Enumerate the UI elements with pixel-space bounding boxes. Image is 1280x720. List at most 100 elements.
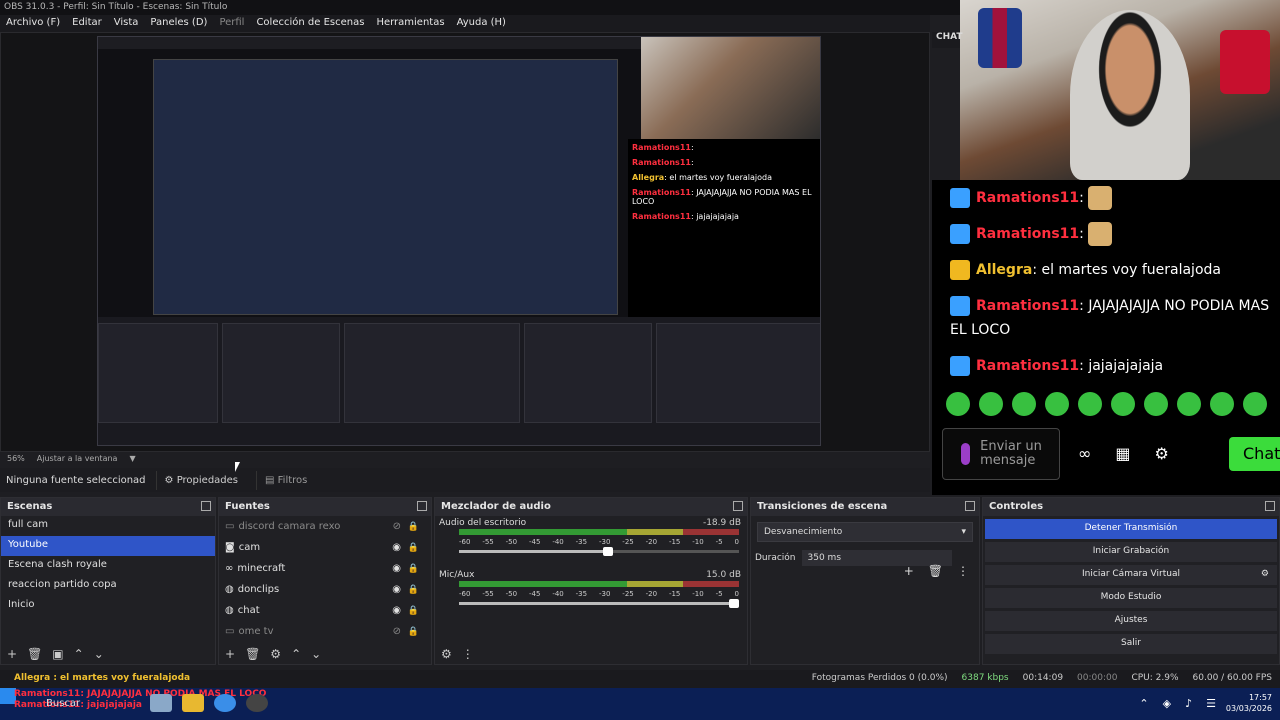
chat-username[interactable]: Ramations11 <box>976 358 1079 374</box>
emote-icon[interactable] <box>1111 392 1135 416</box>
chat-header: CHAT <box>932 32 963 48</box>
eye-icon[interactable]: ◉ <box>392 584 401 595</box>
chat-username[interactable]: Ramations11 <box>976 190 1079 206</box>
chevron-down-icon[interactable]: ⌄ <box>94 647 104 661</box>
gear-icon[interactable]: ⚙ <box>441 647 452 661</box>
scene-item[interactable]: Youtube <box>1 536 215 556</box>
filters-button[interactable]: ▤ Filtros <box>256 470 315 490</box>
menu-paneles[interactable]: Paneles (D) <box>150 17 207 30</box>
emote-icon[interactable] <box>1243 392 1267 416</box>
exit-button[interactable]: Salir <box>985 634 1277 654</box>
lock-icon[interactable]: 🔒 <box>408 627 419 637</box>
gear-icon[interactable]: ⚙ <box>1154 444 1168 463</box>
undock-icon[interactable] <box>733 501 743 511</box>
menu-herramientas[interactable]: Herramientas <box>376 17 444 30</box>
trash-icon[interactable]: 🗑 <box>27 647 42 661</box>
zoom-fit[interactable]: Ajustar a la ventana <box>37 454 118 464</box>
eye-icon[interactable]: ◉ <box>392 605 401 616</box>
taskview-icon[interactable] <box>150 694 172 712</box>
menu-ayuda[interactable]: Ayuda (H) <box>457 17 506 30</box>
emote-icon[interactable] <box>979 392 1003 416</box>
mic-icon[interactable] <box>961 443 971 465</box>
chat-username[interactable]: Allegra <box>976 262 1032 278</box>
undock-icon[interactable] <box>201 501 211 511</box>
network-icon[interactable]: ◈ <box>1163 697 1171 710</box>
virtual-camera-button[interactable]: Iniciar Cámara Virtual ⚙ <box>985 565 1277 585</box>
volume-slider[interactable] <box>459 599 739 608</box>
notification-icon[interactable]: ☰ <box>1206 697 1216 710</box>
menu-vista[interactable]: Vista <box>114 17 139 30</box>
filter-icon[interactable]: ▣ <box>52 647 63 661</box>
menu-dots-icon[interactable]: ⋮ <box>462 647 474 661</box>
add-icon[interactable]: + <box>225 647 235 661</box>
lock-icon[interactable]: 🔒 <box>408 606 419 616</box>
chevron-up-icon[interactable]: ⌃ <box>291 647 301 661</box>
volume-icon[interactable]: ♪ <box>1185 697 1192 710</box>
emote-icon[interactable] <box>1078 392 1102 416</box>
eye-icon[interactable]: ◉ <box>392 542 401 553</box>
add-icon[interactable]: + <box>7 647 17 661</box>
lock-icon[interactable]: 🔒 <box>408 585 419 595</box>
zoom-level[interactable]: 56% <box>7 454 25 464</box>
clock[interactable]: 17:57 03/03/2026 <box>1226 692 1272 714</box>
studio-mode-button[interactable]: Modo Estudio <box>985 588 1277 608</box>
stop-stream-button[interactable]: Detener Transmisión <box>985 519 1277 539</box>
add-icon[interactable]: + <box>904 564 914 578</box>
gear-icon[interactable]: ⚙ <box>270 647 281 661</box>
emote-icon[interactable] <box>1210 392 1234 416</box>
emote-icon[interactable] <box>1012 392 1036 416</box>
source-item[interactable]: ◍ donclips ◉ 🔒 <box>219 579 431 600</box>
properties-button[interactable]: ⚙ Propiedades <box>155 470 246 490</box>
menu-editar[interactable]: Editar <box>72 17 102 30</box>
folder-icon[interactable] <box>182 694 204 712</box>
trash-icon[interactable]: 🗑 <box>245 647 260 661</box>
settings-button[interactable]: Ajustes <box>985 611 1277 631</box>
eye-icon[interactable]: ◉ <box>392 563 401 574</box>
chat-username[interactable]: Ramations11 <box>976 298 1079 314</box>
chrome-icon[interactable] <box>214 694 236 712</box>
menu-perfil[interactable]: Perfil <box>219 17 244 30</box>
lock-icon[interactable]: 🔒 <box>408 522 419 532</box>
emote-icon[interactable] <box>1177 392 1201 416</box>
undock-icon[interactable] <box>965 501 975 511</box>
gear-icon[interactable]: ⚙ <box>1261 569 1269 579</box>
chat-send-button[interactable]: Chat <box>1229 437 1280 471</box>
eye-hidden-icon[interactable]: ⊘ <box>393 521 401 532</box>
obs-icon[interactable] <box>246 694 268 712</box>
windows-taskbar: Ramations11: JAJAJAJAJJA NO PODIA MAS EL… <box>0 688 1280 720</box>
undock-icon[interactable] <box>1265 501 1275 511</box>
undock-icon[interactable] <box>417 501 427 511</box>
scene-item[interactable]: reaccion partido copa <box>1 576 215 596</box>
scene-item[interactable]: Escena clash royale <box>1 556 215 576</box>
store-icon[interactable]: ▦ <box>1115 444 1130 463</box>
source-item[interactable]: ▭ discord camara rexo ⊘ 🔒 <box>219 516 431 537</box>
infinity-icon[interactable]: ∞ <box>1078 444 1091 463</box>
lock-icon[interactable]: 🔒 <box>408 564 419 574</box>
emote-icon[interactable] <box>946 392 970 416</box>
start-recording-button[interactable]: Iniciar Grabación <box>985 542 1277 562</box>
volume-slider[interactable] <box>459 547 739 556</box>
chevron-up-icon[interactable]: ⌃ <box>74 647 84 661</box>
taskbar-search[interactable]: Buscar <box>46 698 80 709</box>
source-item[interactable]: ▭ ome tv ⊘ 🔒 <box>219 621 431 642</box>
chat-input[interactable]: Enviar un mensaje <box>942 428 1060 480</box>
menu-archivo[interactable]: Archivo (F) <box>6 17 60 30</box>
chevron-down-icon[interactable]: ⌄ <box>311 647 321 661</box>
transition-select[interactable]: Desvanecimiento ▾ <box>757 522 973 542</box>
emote-icon[interactable] <box>1045 392 1069 416</box>
scene-item[interactable]: full cam <box>1 516 215 536</box>
lock-icon[interactable]: 🔒 <box>408 543 419 553</box>
chat-username[interactable]: Ramations11 <box>976 226 1079 242</box>
chevron-up-icon[interactable]: ⌃ <box>1139 697 1148 710</box>
source-item[interactable]: ∞ minecraft ◉ 🔒 <box>219 558 431 579</box>
menu-dots-icon[interactable]: ⋮ <box>957 564 969 578</box>
menu-coleccion-escenas[interactable]: Colección de Escenas <box>256 17 364 30</box>
nested-docks <box>98 317 820 445</box>
source-item[interactable]: ◍ chat ◉ 🔒 <box>219 600 431 621</box>
trash-icon[interactable]: 🗑 <box>928 564 943 578</box>
scene-item[interactable]: Inicio <box>1 596 215 616</box>
source-item[interactable]: ◙ cam ◉ 🔒 <box>219 537 431 558</box>
eye-hidden-icon[interactable]: ⊘ <box>393 626 401 637</box>
emote-icon[interactable] <box>1144 392 1168 416</box>
chevron-down-icon[interactable]: ▼ <box>129 454 135 464</box>
